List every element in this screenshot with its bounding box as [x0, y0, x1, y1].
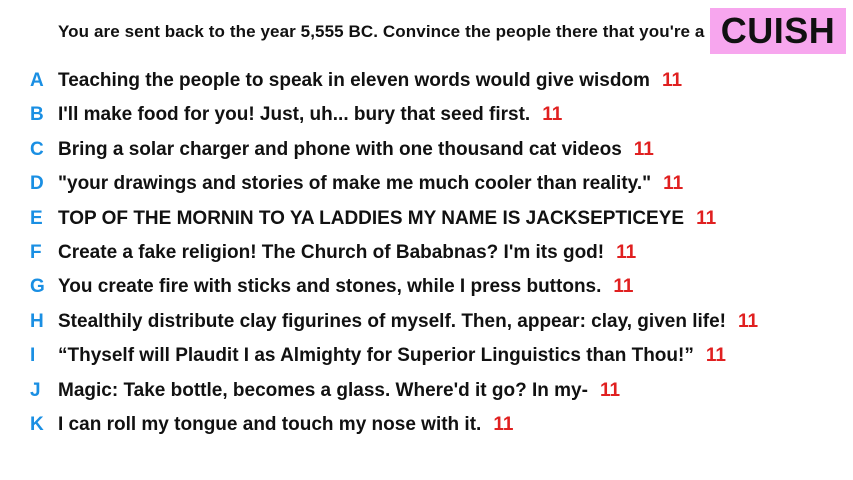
answer-score: 11 — [633, 138, 654, 160]
answer-letter: H — [30, 310, 44, 332]
answer-item-j: J Magic: Take bottle, becomes a glass. W… — [30, 380, 758, 414]
answer-text: Bring a solar charger and phone with one… — [58, 138, 622, 160]
answer-score: 11 — [599, 379, 621, 401]
answer-item-b: B I'll make food for you! Just, uh... bu… — [30, 104, 758, 138]
answer-letter: F — [30, 241, 42, 263]
question-prompt: You are sent back to the year 5,555 BC. … — [58, 22, 746, 41]
answer-text: Stealthily distribute clay figurines of … — [58, 310, 726, 332]
answer-score: 11 — [696, 207, 717, 229]
answer-text: I can roll my tongue and touch my nose w… — [58, 413, 482, 435]
answer-text: TOP OF THE MORNIN TO YA LADDIES MY NAME … — [58, 207, 685, 229]
answer-letter: D — [30, 173, 44, 195]
answer-letter: I — [30, 345, 36, 367]
answer-text: Magic: Take bottle, becomes a glass. Whe… — [58, 379, 588, 401]
answer-letter: E — [30, 207, 43, 229]
answer-text: "your drawings and stories of make me mu… — [58, 173, 652, 195]
answer-text: You create fire with sticks and stones, … — [58, 276, 602, 298]
answer-item-h: H Stealthily distribute clay figurines o… — [30, 311, 758, 345]
answer-list: A Teaching the people to speak in eleven… — [30, 70, 758, 448]
answer-item-d: D "your drawings and stories of make me … — [30, 173, 758, 207]
answer-letter: J — [30, 379, 41, 401]
player-name-badge: CUISH — [710, 8, 846, 54]
answer-letter: K — [30, 413, 44, 435]
answer-item-k: K I can roll my tongue and touch my nose… — [30, 414, 758, 448]
answer-item-c: C Bring a solar charger and phone with o… — [30, 139, 758, 173]
answer-text: “Thyself will Plaudit I as Almighty for … — [58, 345, 694, 367]
answer-score: 11 — [661, 70, 683, 91]
answer-text: Teaching the people to speak in eleven w… — [58, 70, 650, 91]
answer-item-e: E TOP OF THE MORNIN TO YA LADDIES MY NAM… — [30, 208, 758, 242]
answer-item-f: F Create a fake religion! The Church of … — [30, 242, 758, 276]
answer-item-g: G You create fire with sticks and stones… — [30, 276, 758, 310]
answer-score: 11 — [616, 241, 637, 263]
answer-score: 11 — [493, 413, 514, 435]
answer-score: 11 — [738, 310, 759, 332]
answer-score: 11 — [705, 345, 726, 367]
answer-text: Create a fake religion! The Church of Ba… — [58, 241, 605, 263]
answer-letter: B — [30, 104, 44, 126]
answer-letter: C — [30, 138, 44, 160]
answer-score: 11 — [613, 276, 634, 298]
answer-item-i: I “Thyself will Plaudit I as Almighty fo… — [30, 345, 758, 379]
answer-item-a: A Teaching the people to speak in eleven… — [30, 70, 758, 104]
answer-score: 11 — [542, 104, 563, 126]
answer-score: 11 — [663, 173, 684, 195]
answer-letter: A — [30, 70, 44, 91]
answer-text: I'll make food for you! Just, uh... bury… — [58, 104, 531, 126]
answer-letter: G — [30, 276, 45, 298]
